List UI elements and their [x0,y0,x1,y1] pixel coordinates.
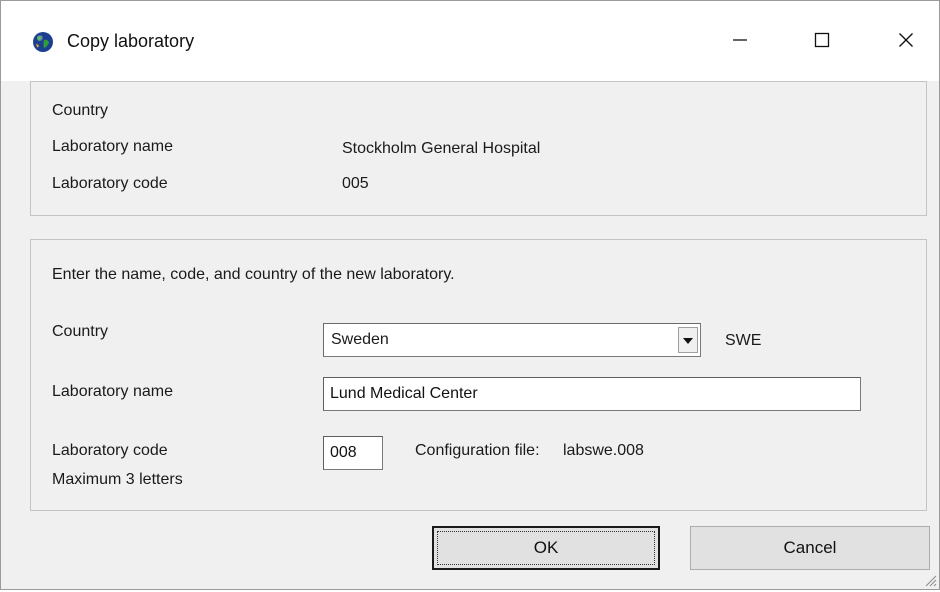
current-name-value: Stockholm General Hospital [342,140,541,157]
globe-icon [32,31,54,53]
resize-grip-icon[interactable] [923,573,937,587]
minimize-button[interactable] [717,23,763,61]
window-title: Copy laboratory [67,31,195,51]
country-select[interactable]: Sweden [323,323,701,357]
cancel-button[interactable]: Cancel [690,526,930,570]
code-label: Laboratory code [52,442,168,459]
current-country-label: Country [52,102,109,119]
ok-button[interactable]: OK [432,526,660,570]
focus-rectangle [437,531,655,565]
config-file-label: Configuration file: [415,442,540,459]
name-label: Laboratory name [52,383,173,400]
copy-laboratory-window: Copy laboratory Country Laboratory name … [0,0,940,590]
country-label: Country [52,323,109,340]
maximize-button[interactable] [799,23,845,61]
current-name-label: Laboratory name [52,138,173,155]
country-select-value: Sweden [331,331,389,348]
close-button[interactable] [883,23,929,61]
close-icon [898,32,914,53]
maximize-icon [814,32,830,53]
country-code: SWE [725,332,762,349]
minimize-icon [732,32,748,53]
title-bar[interactable]: Copy laboratory [1,1,939,81]
caret-down-icon [683,331,693,349]
code-hint: Maximum 3 letters [52,471,183,488]
cancel-button-label: Cancel [783,538,837,557]
laboratory-code-input[interactable] [323,436,383,470]
laboratory-name-input[interactable] [323,377,861,411]
current-code-label: Laboratory code [52,175,168,192]
current-code-value: 005 [342,175,369,192]
dropdown-arrow-button[interactable] [678,327,698,353]
instruction-text: Enter the name, code, and country of the… [52,266,455,283]
config-file-value: labswe.008 [563,442,644,459]
